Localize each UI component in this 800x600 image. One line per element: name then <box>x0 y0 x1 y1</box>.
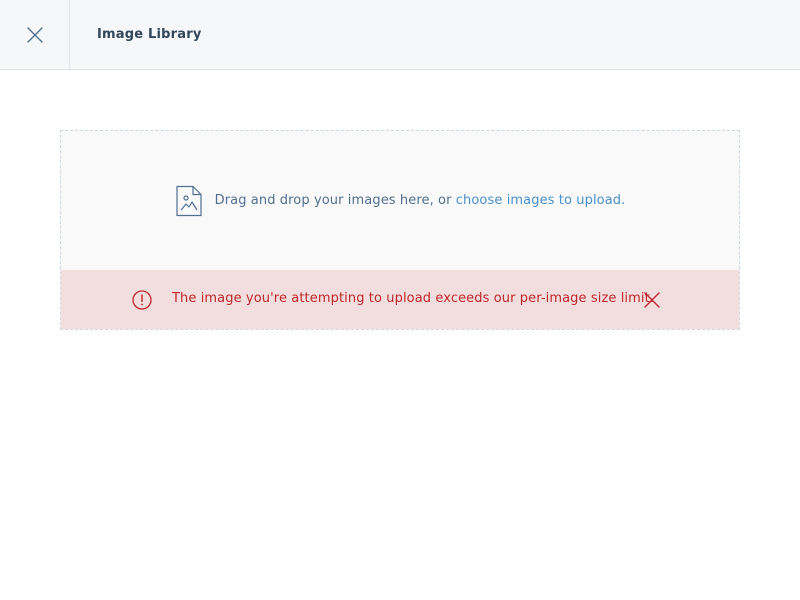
page-title: Image Library <box>97 27 202 42</box>
error-alert: The image you're attempting to upload ex… <box>61 270 739 329</box>
header: Image Library <box>0 0 800 70</box>
dropzone-prompt[interactable]: Drag and drop your images here, or choos… <box>61 131 739 270</box>
close-icon[interactable] <box>26 26 44 44</box>
alert-circle-icon <box>132 290 152 310</box>
image-dropzone[interactable]: Drag and drop your images here, or choos… <box>60 130 740 330</box>
dropzone-text: Drag and drop your images here, or choos… <box>215 193 626 208</box>
image-file-icon <box>175 185 202 216</box>
close-button[interactable] <box>0 0 70 69</box>
dismiss-error-icon[interactable] <box>644 292 660 308</box>
dropzone-prompt-text: Drag and drop your images here, or <box>214 193 456 208</box>
choose-images-link[interactable]: choose images to upload. <box>456 193 626 208</box>
error-message: The image you're attempting to upload ex… <box>172 291 655 306</box>
